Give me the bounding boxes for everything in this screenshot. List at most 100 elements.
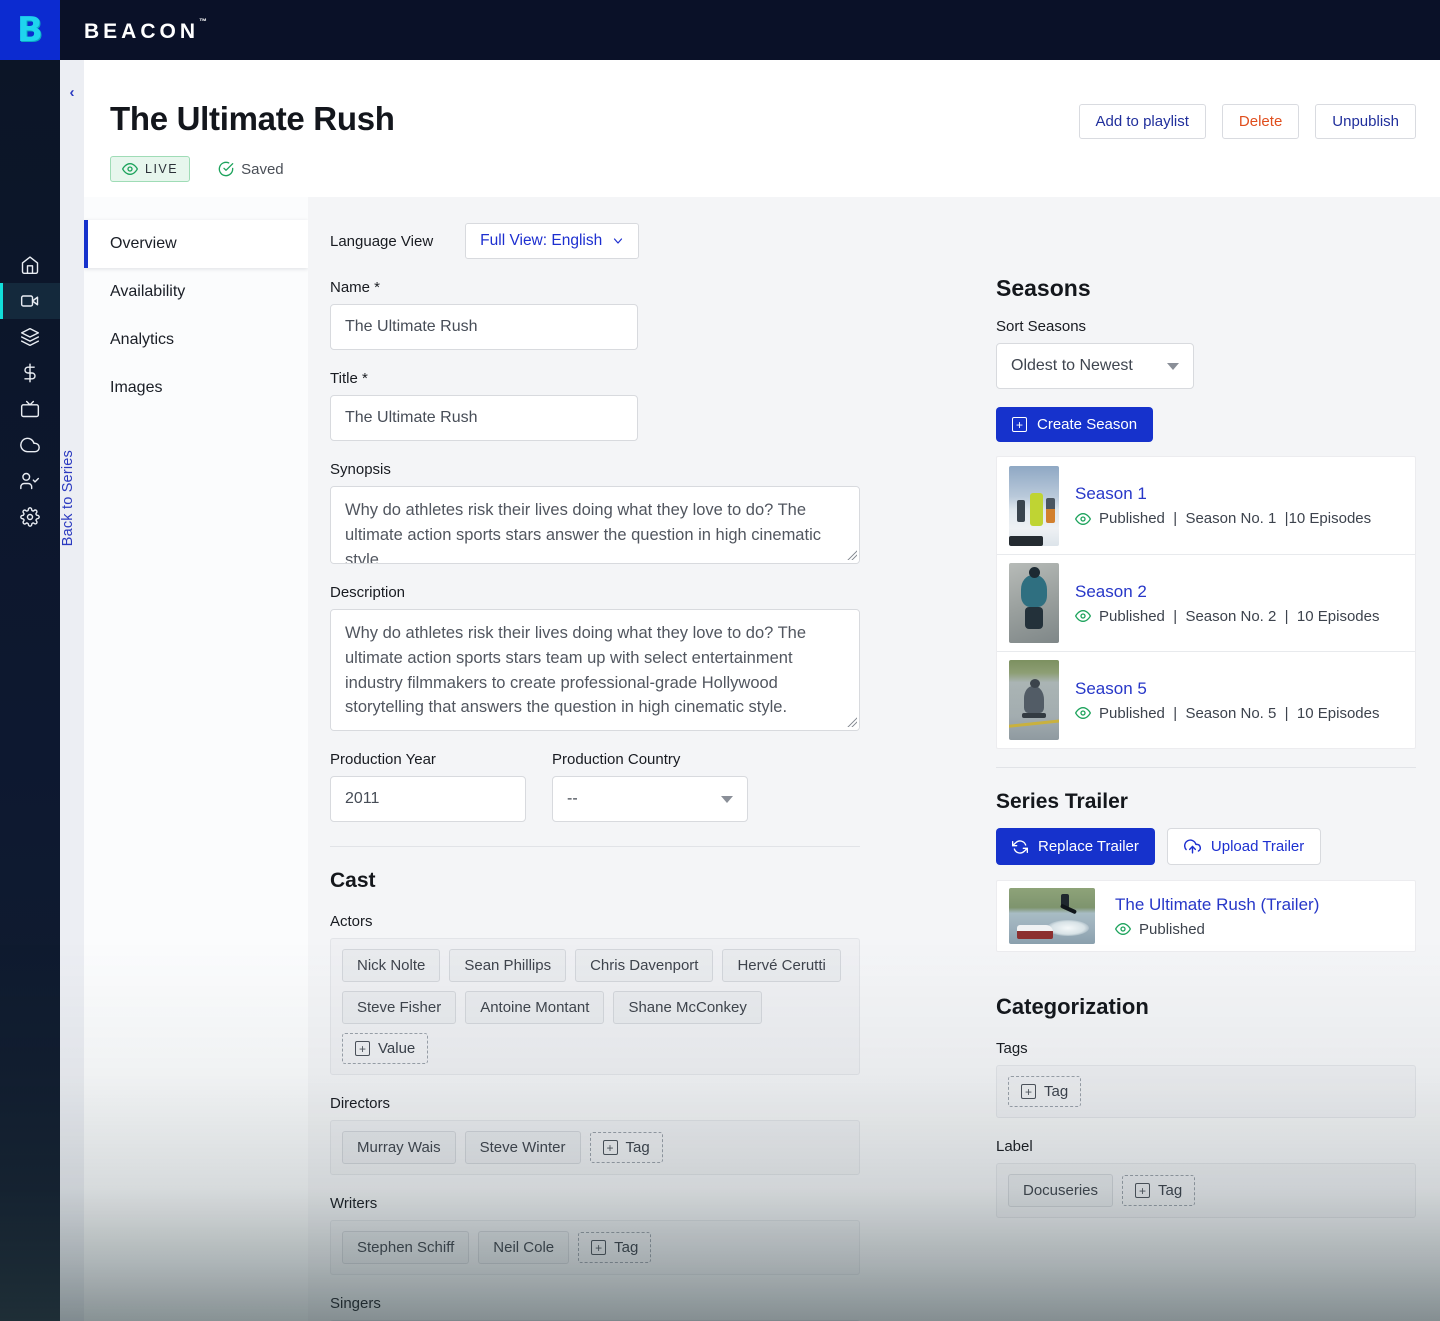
actor-tag-chip[interactable]: Hervé Cerutti (722, 949, 840, 982)
season-card: Season 5 Published | Season No. 5 | 10 E… (997, 651, 1415, 748)
eye-icon (122, 161, 138, 177)
section-tabs: Overview Availability Analytics Images (84, 197, 308, 1321)
beacon-logo[interactable]: B (0, 0, 60, 60)
label-box: Docuseries Tag (996, 1163, 1416, 1218)
actor-tag-chip[interactable]: Antoine Montant (465, 991, 604, 1024)
actors-label: Actors (330, 913, 860, 930)
plus-square-icon (591, 1240, 606, 1255)
add-chip-label: Tag (1158, 1182, 1182, 1199)
tab-images[interactable]: Images (84, 364, 308, 412)
delete-button[interactable]: Delete (1222, 104, 1299, 139)
directors-label: Directors (330, 1095, 860, 1112)
season-2-link[interactable]: Season 2 (1075, 582, 1147, 601)
tab-analytics[interactable]: Analytics (84, 316, 308, 364)
title-label: Title * (330, 370, 860, 387)
tab-label: Analytics (110, 331, 174, 349)
name-input[interactable] (330, 304, 638, 350)
season-5-thumbnail (1009, 660, 1059, 740)
language-view-dropdown[interactable]: Full View: English (465, 223, 639, 259)
seasons-heading: Seasons (996, 275, 1416, 302)
add-to-playlist-button[interactable]: Add to playlist (1079, 104, 1206, 139)
content-area: Language View Full View: English Name * … (308, 197, 1440, 1321)
season-5-link[interactable]: Season 5 (1075, 679, 1147, 698)
eye-icon (1075, 511, 1091, 527)
add-actor-chip[interactable]: Value (342, 1033, 428, 1064)
back-to-series-link[interactable]: Back to Series (60, 450, 84, 546)
writers-label: Writers (330, 1195, 860, 1212)
body-wrap: Overview Availability Analytics Images L… (84, 197, 1440, 1321)
sidebar-video-icon[interactable] (0, 283, 60, 319)
add-writer-chip[interactable]: Tag (578, 1232, 651, 1263)
sidebar-home-icon[interactable] (0, 247, 60, 283)
add-director-chip[interactable]: Tag (590, 1132, 663, 1163)
sidebar-tv-icon[interactable] (0, 391, 60, 427)
season-2-thumbnail (1009, 563, 1059, 643)
add-tag-chip[interactable]: Tag (1008, 1076, 1081, 1107)
replace-trailer-button[interactable]: Replace Trailer (996, 828, 1155, 865)
add-chip-label: Value (378, 1040, 415, 1057)
trademark: ™ (199, 17, 207, 26)
name-label: Name * (330, 279, 860, 296)
season-card: Season 2 Published | Season No. 2 | 10 E… (997, 554, 1415, 651)
tab-active-bar (84, 220, 88, 268)
upload-cloud-icon (1184, 838, 1201, 855)
sidebar-layers-icon[interactable] (0, 319, 60, 355)
tab-availability[interactable]: Availability (84, 268, 308, 316)
actor-tag-chip[interactable]: Shane McConkey (613, 991, 761, 1024)
season-meta-text: Published | Season No. 2 | 10 Episodes (1099, 608, 1379, 625)
tab-overview[interactable]: Overview (84, 220, 308, 268)
season-1-thumbnail (1009, 466, 1059, 546)
label-tag-chip[interactable]: Docuseries (1008, 1174, 1113, 1207)
sort-seasons-select[interactable]: Oldest to Newest (996, 343, 1194, 389)
add-chip-label: Tag (1044, 1083, 1068, 1100)
sidebar-user-admin-icon[interactable] (0, 463, 60, 499)
sidebar-settings-icon[interactable] (0, 499, 60, 535)
directors-tag-box: Murray Wais Steve Winter Tag (330, 1120, 860, 1175)
actors-tag-box: Nick Nolte Sean Phillips Chris Davenport He… (330, 938, 860, 1075)
back-rail: ‹ Back to Series (60, 60, 84, 1321)
unpublish-button[interactable]: Unpublish (1315, 104, 1416, 139)
section-divider (996, 767, 1416, 768)
production-country-select[interactable]: -- (552, 776, 748, 822)
active-indicator-bar (0, 283, 3, 319)
season-card: Season 1 Published | Season No. 1 |10 Ep… (997, 457, 1415, 554)
tab-label: Overview (110, 235, 177, 253)
beacon-logo-mark: B (17, 10, 43, 50)
create-season-button[interactable]: Create Season (996, 407, 1153, 442)
description-label: Description (330, 584, 860, 601)
production-country-value: -- (567, 790, 578, 808)
production-year-input[interactable] (330, 776, 526, 822)
upload-trailer-button[interactable]: Upload Trailer (1167, 828, 1321, 865)
collapse-chevron-icon[interactable]: ‹ (60, 84, 84, 101)
actor-tag-chip[interactable]: Steve Fisher (342, 991, 456, 1024)
top-navbar: B BEACON™ (0, 0, 1440, 60)
plus-square-icon (603, 1140, 618, 1155)
actor-tag-chip[interactable]: Nick Nolte (342, 949, 440, 982)
description-textarea[interactable]: Why do athletes risk their lives doing w… (330, 609, 860, 731)
actor-tag-chip[interactable]: Sean Phillips (449, 949, 566, 982)
director-tag-chip[interactable]: Murray Wais (342, 1131, 456, 1164)
season-meta-text: Published | Season No. 5 | 10 Episodes (1099, 705, 1379, 722)
production-country-label: Production Country (552, 751, 748, 768)
synopsis-textarea[interactable]: Why do athletes risk their lives doing w… (330, 486, 860, 564)
season-meta: Published | Season No. 5 | 10 Episodes (1075, 705, 1379, 722)
upload-trailer-label: Upload Trailer (1211, 838, 1304, 855)
writer-tag-chip[interactable]: Neil Cole (478, 1231, 569, 1264)
trailer-link[interactable]: The Ultimate Rush (Trailer) (1115, 895, 1319, 914)
tab-label: Availability (110, 283, 185, 301)
series-trailer-heading: Series Trailer (996, 790, 1416, 814)
actor-tag-chip[interactable]: Chris Davenport (575, 949, 713, 982)
sidebar-dollar-icon[interactable] (0, 355, 60, 391)
sort-seasons-label: Sort Seasons (996, 318, 1416, 335)
app-root: B BEACON™ ‹ Back to (0, 0, 1440, 1321)
title-input[interactable] (330, 395, 638, 441)
add-label-chip[interactable]: Tag (1122, 1175, 1195, 1206)
writer-tag-chip[interactable]: Stephen Schiff (342, 1231, 469, 1264)
page-header: The Ultimate Rush LIVE Saved Add to play… (84, 60, 1440, 197)
season-meta: Published | Season No. 2 | 10 Episodes (1075, 608, 1379, 625)
director-tag-chip[interactable]: Steve Winter (465, 1131, 581, 1164)
season-1-link[interactable]: Season 1 (1075, 484, 1147, 503)
sidebar-cloud-icon[interactable] (0, 427, 60, 463)
eye-icon (1075, 608, 1091, 624)
saved-indicator: Saved (218, 161, 284, 178)
